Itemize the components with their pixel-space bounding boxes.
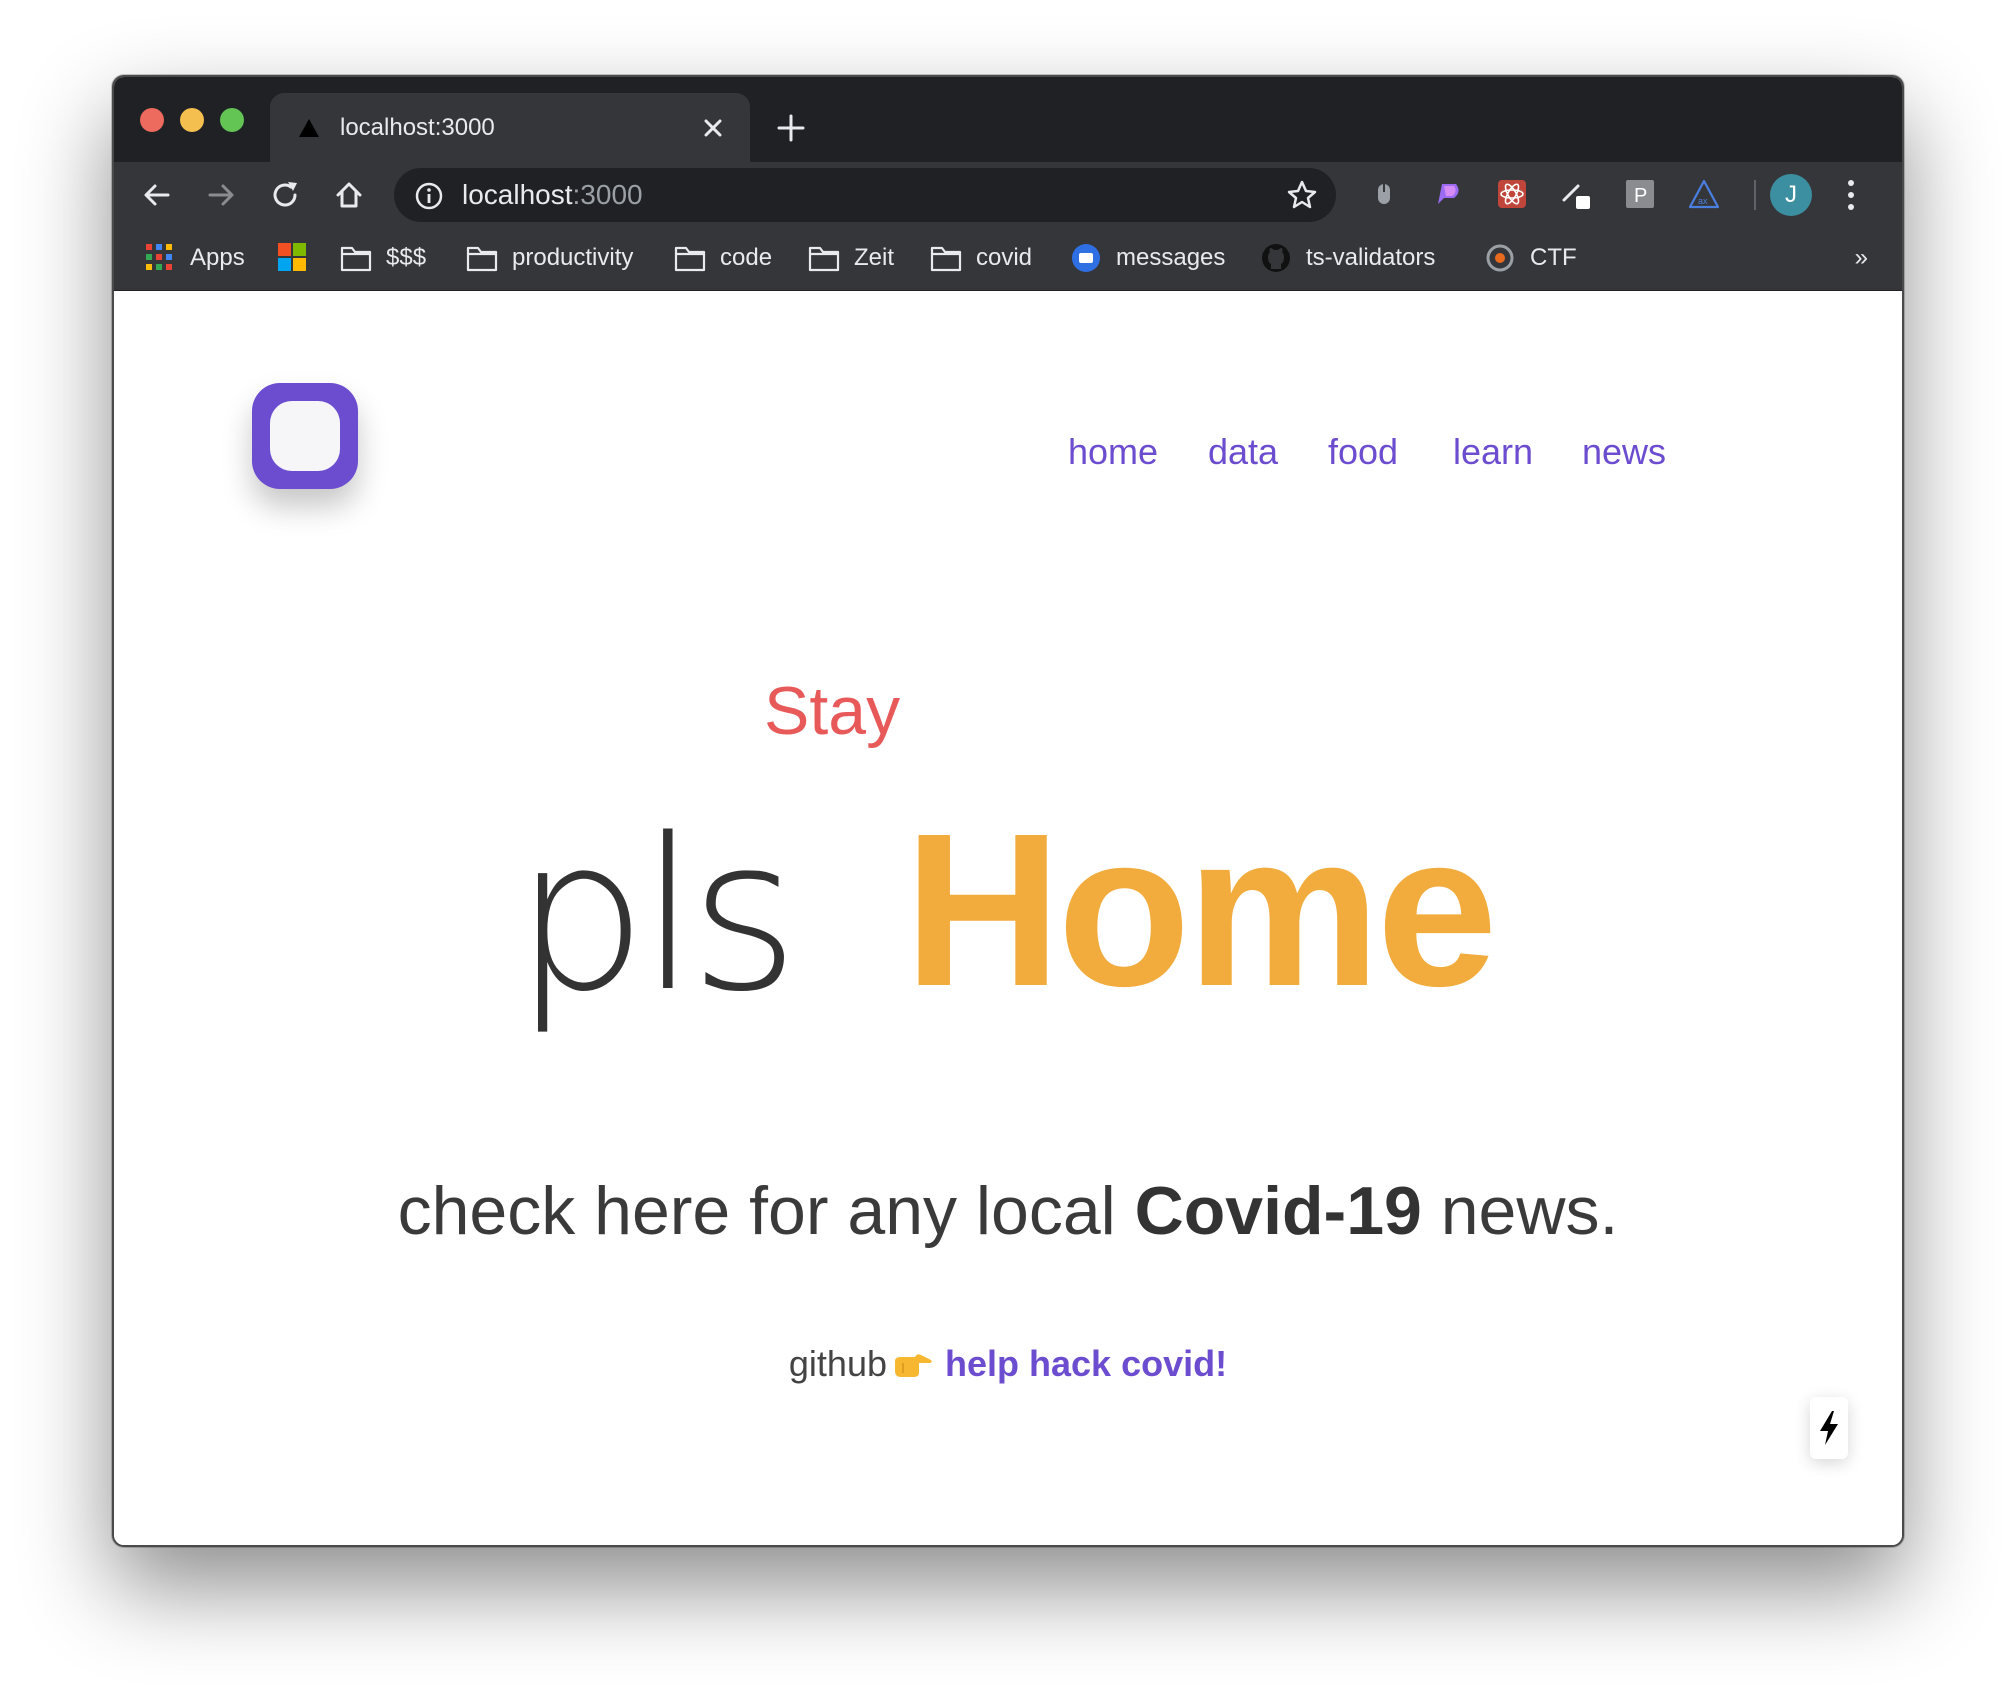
bookmark-folder-zeit[interactable]: Zeit: [808, 238, 894, 278]
lightning-bolt-icon: [1820, 1411, 1838, 1445]
app-logo-inner: [270, 401, 340, 471]
bookmark-folder-code[interactable]: code: [674, 238, 772, 278]
bookmark-star-icon[interactable]: [1286, 179, 1318, 211]
svg-text:ax: ax: [1698, 196, 1708, 206]
bookmark-microsoft[interactable]: [276, 238, 322, 278]
back-arrow-icon[interactable]: [140, 178, 174, 212]
nav-link-home[interactable]: home: [1068, 431, 1158, 473]
nav-link-food[interactable]: food: [1328, 431, 1398, 473]
pen-extension-icon[interactable]: [1560, 178, 1592, 210]
browser-toolbar: localhost:3000 P ax J: [114, 162, 1902, 226]
bookmark-ts-validators[interactable]: ts-validators: [1260, 238, 1435, 278]
tagline-bold: Covid-19: [1134, 1173, 1422, 1249]
profile-avatar[interactable]: J: [1770, 174, 1812, 216]
page-viewport: home data food learn news Stay pls Home …: [114, 291, 1902, 1545]
hero-home-text: Home: [904, 789, 1498, 1032]
bookmark-label: covid: [976, 244, 1033, 271]
nav-link-data[interactable]: data: [1208, 431, 1278, 473]
help-hack-covid-link[interactable]: help hack covid!: [945, 1343, 1227, 1384]
maximize-window-button[interactable]: [220, 108, 244, 132]
more-menu-icon[interactable]: [1844, 176, 1858, 214]
p-extension-icon[interactable]: P: [1624, 178, 1656, 210]
svg-text:P: P: [1634, 185, 1647, 207]
bookmark-label: Apps: [190, 244, 245, 271]
bookmark-label: messages: [1116, 244, 1226, 271]
mouse-extension-icon[interactable]: [1368, 178, 1400, 210]
bookmark-folder-productivity[interactable]: productivity: [466, 238, 633, 278]
tagline-after: news.: [1421, 1173, 1619, 1249]
close-tab-icon[interactable]: [696, 111, 730, 145]
bookmark-label: CTF: [1530, 244, 1577, 271]
close-window-button[interactable]: [140, 108, 164, 132]
bookmark-folder-covid[interactable]: covid: [930, 238, 1032, 278]
bookmark-label: ts-validators: [1306, 244, 1436, 271]
toolbar-divider: [1754, 180, 1756, 210]
pointing-right-hand-icon: [895, 1354, 932, 1377]
github-line: github help hack covid!: [114, 1341, 1902, 1387]
apps-grid-icon: [146, 244, 172, 270]
prerender-indicator[interactable]: [1810, 1397, 1848, 1459]
react-devtools-icon[interactable]: [1496, 178, 1528, 210]
vercel-triangle-icon: [299, 119, 319, 137]
folder-icon: [466, 246, 498, 272]
bookmark-ctf[interactable]: CTF: [1484, 238, 1577, 278]
axe-devtools-icon[interactable]: ax: [1688, 178, 1720, 210]
microsoft-logo-icon: [278, 243, 306, 271]
ctf-icon: [1486, 244, 1514, 272]
tab-title: localhost:3000: [340, 114, 495, 141]
bookmark-label: productivity: [512, 244, 634, 271]
bookmark-apps[interactable]: Apps: [144, 238, 245, 278]
minimize-window-button[interactable]: [180, 108, 204, 132]
bookmark-label: code: [720, 244, 773, 271]
folder-icon: [674, 246, 706, 272]
folder-icon: [340, 246, 372, 272]
purple-extension-icon[interactable]: [1432, 178, 1464, 210]
bookmark-messages[interactable]: messages: [1070, 238, 1225, 278]
nav-link-learn[interactable]: learn: [1453, 431, 1533, 473]
folder-icon: [930, 246, 962, 272]
bookmarks-overflow-chevron[interactable]: »: [1855, 244, 1868, 272]
home-icon[interactable]: [332, 178, 366, 212]
new-tab-icon[interactable]: [774, 111, 808, 145]
bookmark-label: Zeit: [854, 244, 895, 271]
github-prefix: github: [788, 1343, 887, 1384]
bookmark-folder-money[interactable]: $$$: [340, 238, 426, 278]
url-text[interactable]: localhost:3000: [462, 177, 643, 213]
address-bar[interactable]: localhost:3000: [394, 168, 1336, 222]
forward-arrow-icon[interactable]: [204, 178, 238, 212]
reload-icon[interactable]: [268, 178, 302, 212]
browser-window: localhost:3000 localhost:3000 P ax J App…: [112, 75, 1904, 1547]
tagline: check here for any local Covid-19 news.: [114, 1171, 1902, 1251]
folder-icon: [808, 246, 840, 272]
hero-stay-text: Stay: [764, 673, 901, 749]
tab-strip: localhost:3000: [114, 77, 1902, 162]
hero-pls-text: pls: [514, 793, 799, 1038]
tagline-before: check here for any local: [397, 1173, 1135, 1249]
messages-icon: [1072, 244, 1100, 272]
app-logo[interactable]: [252, 383, 358, 489]
site-info-icon[interactable]: [414, 181, 444, 211]
bookmark-label: $$$: [386, 244, 427, 271]
bookmarks-bar: Apps $$$ productivity code Zeit covid me…: [114, 226, 1902, 291]
github-icon: [1262, 244, 1290, 272]
active-tab[interactable]: localhost:3000: [270, 93, 750, 162]
nav-link-news[interactable]: news: [1582, 431, 1666, 473]
